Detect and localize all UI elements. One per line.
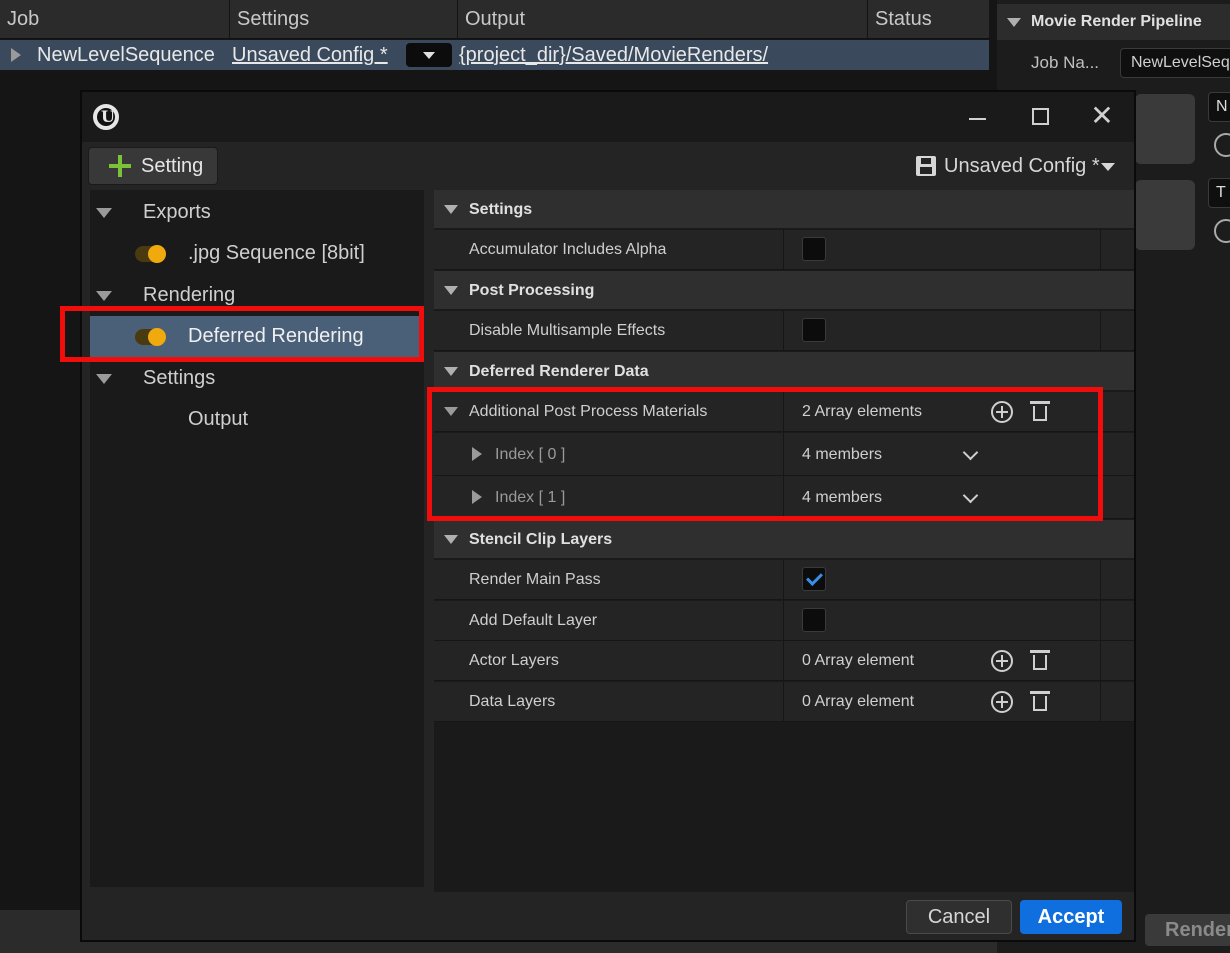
column-job[interactable]: Job <box>0 0 230 38</box>
prop-label: Index [ 0 ] <box>495 446 566 463</box>
map-thumbnail-icon[interactable] <box>1135 180 1195 250</box>
prop-label: Additional Post Process Materials <box>469 403 708 420</box>
tree-category-settings[interactable]: Settings <box>90 358 424 399</box>
category-deferred-renderer-data[interactable]: Deferred Renderer Data <box>434 352 1134 391</box>
column-output[interactable]: Output <box>458 0 868 38</box>
tree-category-exports[interactable]: Exports <box>90 192 424 233</box>
minimize-icon[interactable] <box>957 98 997 134</box>
add-setting-label: Setting <box>141 155 204 177</box>
close-icon[interactable]: ✕ <box>1082 98 1122 134</box>
tree-label: Exports <box>143 201 211 223</box>
prop-label: Disable Multisample Effects <box>469 322 666 339</box>
tree-label: Rendering <box>143 284 236 306</box>
tree-label: Settings <box>143 367 216 389</box>
members-count: 4 members <box>802 446 883 463</box>
prop-label: Data Layers <box>469 693 556 710</box>
enable-toggle[interactable] <box>135 328 166 346</box>
expand-arrow-icon[interactable] <box>472 447 482 461</box>
tree-label: .jpg Sequence [8bit] <box>188 242 365 264</box>
job-row[interactable]: NewLevelSequence Unsaved Config * {proje… <box>0 40 989 70</box>
category-post-processing[interactable]: Post Processing <box>434 271 1134 310</box>
details-panel: Settings Accumulator Includes Alpha Post… <box>434 190 1134 892</box>
prop-render-main-pass: Render Main Pass <box>434 560 1134 600</box>
accept-button[interactable]: Accept <box>1020 900 1122 934</box>
trash-icon[interactable] <box>1030 691 1050 711</box>
dialog-titlebar[interactable]: U ✕ <box>82 92 1134 142</box>
prop-index-1: Index [ 1 ] 4 members <box>434 476 1134 519</box>
prop-add-default-layer: Add Default Layer <box>434 601 1134 641</box>
cancel-button[interactable]: Cancel <box>906 900 1012 934</box>
prop-label: Accumulator Includes Alpha <box>469 241 667 258</box>
job-list-header: Job Settings Output Status <box>0 0 989 39</box>
trash-icon[interactable] <box>1030 650 1050 670</box>
add-element-icon[interactable] <box>991 650 1013 672</box>
config-preset-button[interactable]: Unsaved Config * <box>912 147 1122 185</box>
expand-arrow-icon[interactable] <box>472 490 482 504</box>
browse-arrow-icon[interactable] <box>1214 219 1230 243</box>
plus-icon <box>109 155 131 177</box>
config-name: Unsaved Config * <box>944 155 1100 177</box>
array-count: 2 Array elements <box>802 403 923 420</box>
expand-arrow-icon[interactable] <box>11 48 21 62</box>
chevron-down-icon[interactable] <box>962 487 979 504</box>
prop-actor-layers: Actor Layers 0 Array element <box>434 641 1134 681</box>
column-status[interactable]: Status <box>868 0 989 38</box>
enable-toggle[interactable] <box>135 245 166 263</box>
job-name-input[interactable]: NewLevelSequ <box>1120 48 1230 78</box>
sequence-thumbnail-icon[interactable] <box>1135 94 1195 164</box>
members-count: 4 members <box>802 489 883 506</box>
add-element-icon[interactable] <box>991 691 1013 713</box>
collapse-arrow-icon[interactable] <box>96 208 112 218</box>
render-settings-dialog: U ✕ Setting Unsaved Config * Exports .jp… <box>80 90 1136 942</box>
array-count: 0 Array element <box>802 693 915 710</box>
add-element-icon[interactable] <box>991 401 1013 423</box>
prop-index-0: Index [ 0 ] 4 members <box>434 433 1134 476</box>
collapse-arrow-icon[interactable] <box>96 374 112 384</box>
prop-label: Add Default Layer <box>469 612 598 629</box>
job-name: NewLevelSequence <box>37 44 215 66</box>
category-settings[interactable]: Settings <box>434 190 1134 229</box>
tree-label: Deferred Rendering <box>188 325 364 347</box>
accumulator-alpha-checkbox[interactable] <box>802 237 826 261</box>
tree-item-jpg-sequence[interactable]: .jpg Sequence [8bit] <box>90 233 424 274</box>
collapse-arrow-icon[interactable] <box>96 291 112 301</box>
prop-disable-multisample: Disable Multisample Effects <box>434 311 1134 351</box>
trash-icon[interactable] <box>1030 401 1050 421</box>
preset-dropdown-button[interactable] <box>406 43 452 67</box>
prop-label: Actor Layers <box>469 652 559 669</box>
dialog-toolbar: Setting Unsaved Config * <box>82 144 1134 188</box>
unreal-logo-icon: U <box>91 102 121 132</box>
prop-data-layers: Data Layers 0 Array element <box>434 682 1134 722</box>
category-stencil-clip-layers[interactable]: Stencil Clip Layers <box>434 520 1134 559</box>
prop-additional-post-process-materials: Additional Post Process Materials 2 Arra… <box>434 392 1134 432</box>
tree-item-output[interactable]: Output <box>90 399 424 440</box>
column-settings[interactable]: Settings <box>230 0 458 38</box>
add-setting-button[interactable]: Setting <box>88 147 218 185</box>
maximize-icon[interactable] <box>1020 98 1060 134</box>
side-field-n[interactable]: N <box>1208 92 1230 122</box>
settings-tree: Exports .jpg Sequence [8bit] Rendering D… <box>90 190 424 887</box>
tree-category-rendering[interactable]: Rendering <box>90 275 424 316</box>
browse-arrow-icon[interactable] <box>1214 133 1230 157</box>
side-panel-title[interactable]: Movie Render Pipeline <box>997 4 1230 40</box>
prop-accumulator-alpha: Accumulator Includes Alpha <box>434 230 1134 270</box>
tree-label: Output <box>188 408 249 430</box>
collapse-arrow-icon[interactable] <box>444 407 458 416</box>
job-output-link[interactable]: {project_dir}/Saved/MovieRenders/ <box>459 40 768 70</box>
disable-multisample-checkbox[interactable] <box>802 318 826 342</box>
render-button[interactable]: Render <box>1145 914 1230 946</box>
prop-label: Render Main Pass <box>469 571 601 588</box>
chevron-down-icon[interactable] <box>962 444 979 461</box>
add-default-layer-checkbox[interactable] <box>802 608 826 632</box>
render-main-pass-checkbox[interactable] <box>802 567 826 591</box>
side-field-t[interactable]: T <box>1208 178 1230 208</box>
job-settings-link[interactable]: Unsaved Config * <box>232 40 388 70</box>
tree-item-deferred-rendering[interactable]: Deferred Rendering <box>90 316 424 357</box>
array-count: 0 Array element <box>802 652 915 669</box>
chevron-down-icon <box>1101 163 1115 171</box>
job-name-label: Job Na... <box>1031 53 1100 72</box>
save-icon <box>916 156 936 176</box>
prop-label: Index [ 1 ] <box>495 489 566 506</box>
